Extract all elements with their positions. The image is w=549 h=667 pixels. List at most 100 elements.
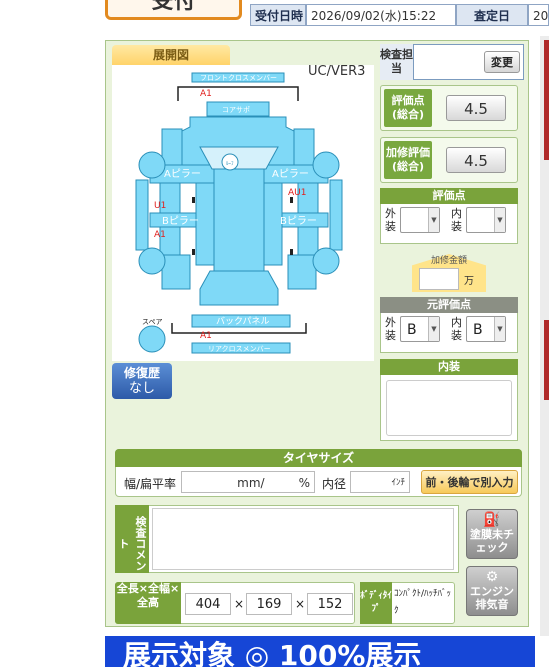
- spare-label: スペア: [142, 318, 163, 326]
- repair-history-button[interactable]: 修復歴 なし: [112, 363, 172, 399]
- right-rear-quarter: [287, 254, 317, 290]
- paint-check-label: 塗膜未チェック: [470, 528, 514, 554]
- tire-width-unit: mm/: [237, 476, 265, 490]
- body-type-value: ｺﾝﾊﾟｸﾄ/ﾊｯﾁﾊﾞｯｸ: [394, 589, 452, 616]
- engine-sound-button[interactable]: ⚙ エンジン排気音: [466, 566, 518, 616]
- height-input[interactable]: 152: [307, 593, 353, 615]
- wheel-rear-left: [138, 247, 166, 275]
- right-front-fender: [293, 128, 315, 170]
- orig-exterior-select[interactable]: B ▼: [400, 316, 440, 342]
- b-pillar-right-label: Bピラー: [280, 215, 317, 227]
- windshield: [199, 146, 279, 170]
- body-type-label: ﾎﾞﾃﾞｨﾀｲﾌﾟ: [360, 582, 392, 624]
- mark-u1: U1: [154, 201, 166, 211]
- right-sill: [329, 179, 343, 251]
- tire-inner-unit: ｲﾝﾁ: [391, 478, 405, 488]
- spray-icon: ⛽: [483, 512, 501, 528]
- rear-cross-label: リアクロスメンバー: [208, 345, 271, 353]
- comment-label: 検査コメント: [115, 505, 149, 573]
- tire-width-label: 幅/扁平率: [124, 477, 177, 491]
- orig-exterior-value: B: [407, 322, 417, 338]
- chevron-down-icon: ▼: [428, 317, 439, 341]
- interior-textarea[interactable]: [386, 380, 512, 436]
- length-input[interactable]: 404: [185, 593, 231, 615]
- car-diagram-svg: フロントクロスメンバー コアサポ ﾙｰﾌ Aピラー Aピラー Bピラー Bピラー…: [135, 72, 343, 354]
- repair-history-title: 修復歴: [123, 366, 160, 380]
- sep-2: ×: [295, 597, 306, 611]
- a-pillar-right-label: Aピラー: [272, 168, 309, 180]
- total-score-button[interactable]: 4.5: [446, 95, 506, 121]
- wheel-rear-right: [312, 247, 340, 275]
- eval-exterior-label: 外装: [385, 207, 396, 233]
- eval-exterior-select[interactable]: ▼: [400, 207, 440, 233]
- car-diagram[interactable]: フロントクロスメンバー コアサポ ﾙｰﾌ Aピラー Aピラー Bピラー Bピラー…: [112, 65, 374, 361]
- diagram-tab[interactable]: 展開図: [112, 45, 230, 65]
- repair-score-button[interactable]: 4.5: [446, 147, 506, 173]
- width-input[interactable]: 169: [246, 593, 292, 615]
- back-panel-label: バックパネル: [216, 316, 270, 327]
- reception-label: 受付日時: [250, 4, 306, 26]
- right-accent-bar: [544, 40, 549, 160]
- inspector-label: 検査担当: [380, 44, 414, 80]
- orig-exterior-label: 外装: [385, 316, 396, 342]
- mark-a1-left: A1: [154, 230, 166, 240]
- mark-a1-top: A1: [200, 89, 212, 99]
- interior-header: 内装: [380, 359, 518, 375]
- repair-history-value: なし: [128, 381, 155, 396]
- repair-cost-input[interactable]: [419, 268, 459, 290]
- tire-size-header: タイヤサイズ: [115, 449, 522, 467]
- mark-a1-bottom: A1: [200, 331, 212, 341]
- cabin-center: [213, 164, 265, 276]
- paint-check-button[interactable]: ⛽ 塗膜未チェック: [466, 509, 518, 559]
- total-score-label: 評価点(総合): [384, 89, 432, 127]
- assess-label: 査定日: [456, 4, 528, 26]
- assess-value: 20: [528, 4, 549, 26]
- wheel-front-right: [312, 151, 340, 179]
- tire-inner-input[interactable]: ｲﾝﾁ: [350, 471, 410, 493]
- engine-icon: ⚙: [485, 569, 499, 585]
- door-handle-right-front: [290, 197, 293, 203]
- center-label: ﾙｰﾌ: [226, 161, 234, 167]
- version-label: UC/VER3: [308, 64, 366, 79]
- eval-points-header: 評価点: [380, 188, 518, 204]
- front-cross-label: フロントクロスメンバー: [200, 74, 277, 82]
- mark-au1: AU1: [288, 188, 306, 198]
- tire-ratio-unit: %: [298, 476, 310, 490]
- chevron-down-icon: ▼: [428, 208, 439, 232]
- core-support-label: コアサポ: [222, 106, 250, 114]
- engine-sound-label: エンジン排気音: [470, 585, 514, 611]
- uketsuke-button[interactable]: 受付: [105, 0, 242, 20]
- dimensions-label: 全長×全幅×全高: [115, 582, 181, 624]
- spare-tire: [138, 325, 166, 353]
- comment-textarea[interactable]: [152, 508, 454, 570]
- door-handle-left-rear: [192, 249, 195, 255]
- left-sill: [135, 179, 149, 251]
- sep-1: ×: [234, 597, 245, 611]
- left-rear-quarter: [161, 254, 191, 290]
- repair-cost-label: 加修金額: [430, 256, 467, 266]
- orig-interior-select[interactable]: B ▼: [466, 316, 506, 342]
- repair-score-label: 加修評価(総合): [384, 141, 432, 179]
- front-bracket: [177, 86, 299, 101]
- orig-interior-label: 内装: [451, 316, 462, 342]
- eval-interior-select[interactable]: ▼: [466, 207, 506, 233]
- b-pillar-left-label: Bピラー: [162, 215, 199, 227]
- tire-inner-label: 内径: [322, 477, 347, 491]
- a-pillar-left-label: Aピラー: [164, 168, 201, 180]
- reception-value: 2026/09/02(水)15:22: [306, 4, 456, 26]
- door-handle-right-rear: [290, 249, 293, 255]
- eval-interior-label: 内装: [451, 207, 462, 233]
- orig-interior-value: B: [473, 322, 483, 338]
- rear-hatch: [199, 270, 279, 306]
- door-handle-left-front: [192, 197, 195, 203]
- chevron-down-icon: ▼: [494, 208, 505, 232]
- repair-cost-unit: 万: [464, 276, 474, 287]
- tire-width-input[interactable]: mm/%: [181, 471, 315, 493]
- separate-tire-button[interactable]: 前・後輪で別入力: [421, 470, 518, 494]
- change-inspector-button[interactable]: 変更: [484, 51, 520, 73]
- display-banner: 展示対象 ◎ 100%展示: [105, 636, 535, 667]
- original-eval-header: 元評価点: [380, 297, 518, 313]
- wheel-front-left: [138, 151, 166, 179]
- chevron-down-icon: ▼: [494, 317, 505, 341]
- right-accent-bar-2: [544, 320, 549, 400]
